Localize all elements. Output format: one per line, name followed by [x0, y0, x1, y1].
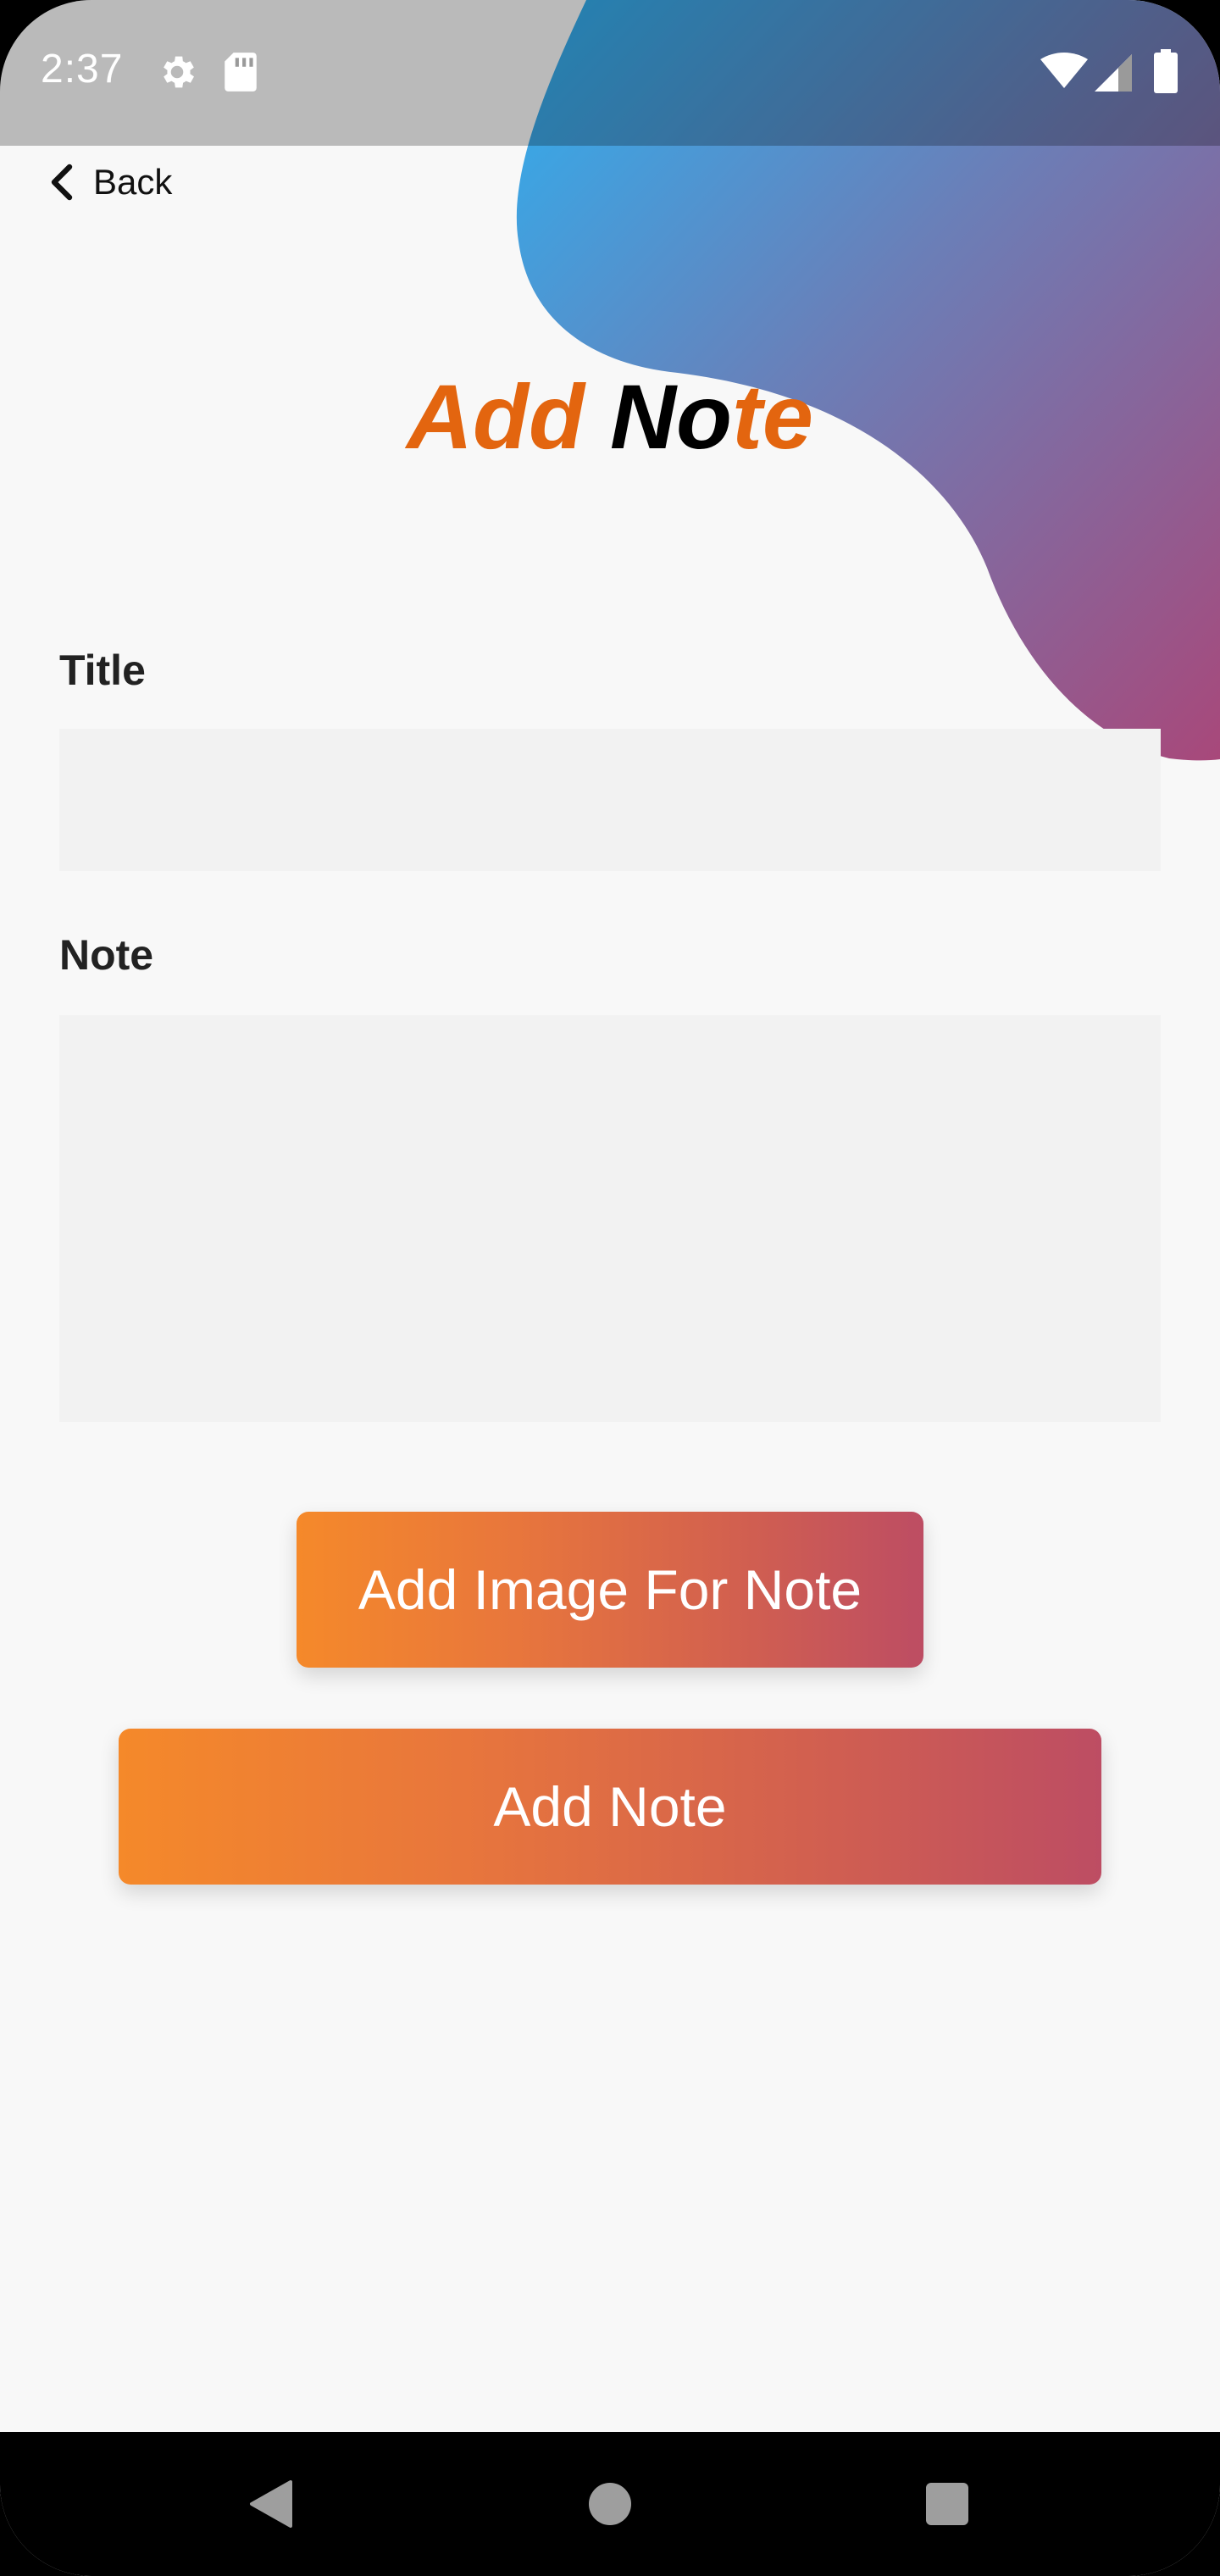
- sd-card-icon: [225, 53, 257, 92]
- nav-back-button[interactable]: [220, 2432, 322, 2576]
- nav-recents-button[interactable]: [896, 2432, 998, 2576]
- status-bar: 2:37: [0, 0, 1220, 146]
- page-title-word-2-part-b: te: [731, 365, 813, 468]
- home-circle-icon: [589, 2483, 631, 2525]
- page-title-word-2-part-a: No: [609, 365, 732, 468]
- title-field-label: Title: [59, 647, 146, 694]
- status-time: 2:37: [41, 47, 124, 92]
- add-note-button[interactable]: Add Note: [119, 1729, 1101, 1885]
- wifi-icon: [1040, 53, 1088, 88]
- page-title: Add Note: [0, 366, 1220, 468]
- chevron-left-icon: [51, 164, 73, 201]
- app-screen: 2:37 Back Add Note Title Note Add Image …: [0, 0, 1220, 2576]
- back-triangle-icon: [250, 2480, 292, 2528]
- page-title-word-1: Add: [407, 365, 585, 468]
- back-label: Back: [93, 162, 173, 202]
- nav-home-button[interactable]: [559, 2432, 661, 2576]
- battery-icon: [1154, 49, 1178, 93]
- recents-square-icon: [926, 2483, 968, 2525]
- settings-gear-icon: [164, 56, 194, 88]
- cell-signal-icon: [1095, 54, 1132, 92]
- note-textarea[interactable]: [59, 1015, 1161, 1422]
- add-image-button[interactable]: Add Image For Note: [297, 1512, 923, 1668]
- title-input[interactable]: [59, 729, 1161, 871]
- back-button[interactable]: Back: [49, 157, 172, 208]
- note-field-label: Note: [59, 931, 154, 979]
- navigation-bar: [0, 2432, 1220, 2576]
